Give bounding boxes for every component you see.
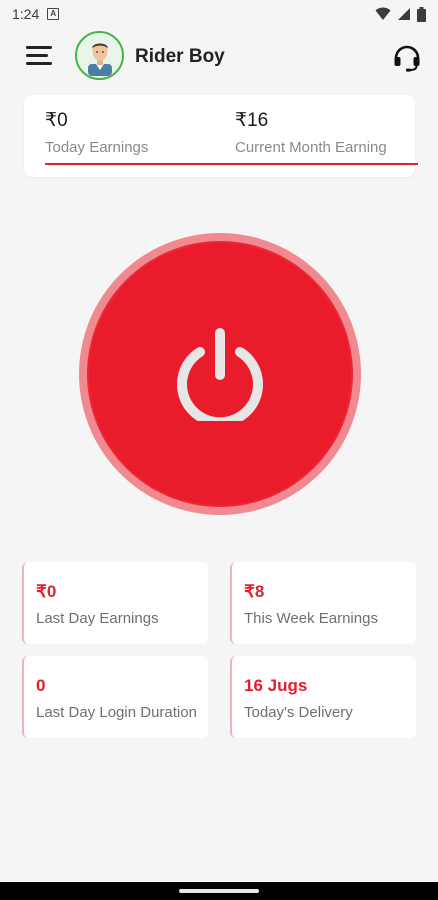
- todays-delivery-card: 16 Jugs Today's Delivery: [230, 656, 416, 738]
- today-earnings-value: ₹0: [45, 110, 68, 131]
- last-day-earnings-card: ₹0 Last Day Earnings: [22, 562, 208, 644]
- a-notification-icon: A: [47, 8, 60, 20]
- todays-delivery-label: Today's Delivery: [244, 704, 353, 721]
- status-bar: 1:24 A: [0, 0, 438, 28]
- today-earnings: ₹0 Today Earnings: [45, 109, 148, 156]
- headset-icon[interactable]: [391, 40, 423, 72]
- power-button-inner: [87, 241, 353, 507]
- last-day-login-duration-card: 0 Last Day Login Duration: [22, 656, 208, 738]
- signal-icon: [398, 8, 410, 20]
- current-month-earning-value: ₹16: [235, 110, 269, 131]
- today-earnings-label: Today Earnings: [45, 139, 149, 156]
- this-week-earnings-card: ₹8 This Week Earnings: [230, 562, 416, 644]
- hamburger-menu-icon[interactable]: [26, 46, 54, 66]
- power-icon: [177, 328, 263, 421]
- status-time: 1:24: [12, 6, 40, 22]
- this-week-earnings-value: ₹8: [244, 582, 265, 601]
- status-right: [375, 6, 426, 22]
- todays-delivery-value: 16 Jugs: [244, 676, 308, 695]
- battery-icon: [417, 6, 426, 22]
- this-week-earnings-label: This Week Earnings: [244, 610, 378, 627]
- last-day-login-duration-label: Last Day Login Duration: [36, 704, 197, 721]
- current-month-earning-label: Current Month Earning: [235, 139, 387, 156]
- app-bar: Rider Boy: [0, 28, 438, 84]
- earnings-underline: [45, 163, 418, 165]
- power-button[interactable]: [79, 233, 361, 515]
- rider-name: Rider Boy: [135, 46, 225, 67]
- last-day-earnings-label: Last Day Earnings: [36, 610, 159, 627]
- system-nav-bar: [0, 882, 438, 900]
- current-month-earning: ₹16 Current Month Earning: [235, 109, 387, 156]
- rider-avatar-icon[interactable]: [75, 31, 124, 80]
- last-day-earnings-value: ₹0: [36, 582, 57, 601]
- home-gesture-handle[interactable]: [179, 889, 259, 893]
- earnings-summary-card: ₹0 Today Earnings ₹16 Current Month Earn…: [24, 95, 418, 177]
- last-day-login-duration-value: 0: [36, 676, 46, 695]
- wifi-icon: [375, 7, 391, 20]
- status-left: 1:24 A: [12, 6, 60, 22]
